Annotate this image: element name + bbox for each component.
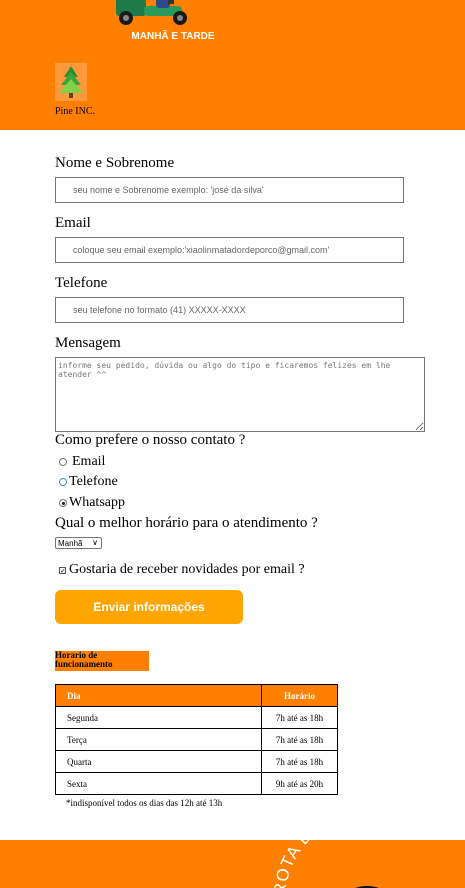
- radio-email[interactable]: [59, 458, 67, 466]
- time-select[interactable]: Manhã ∨: [55, 537, 102, 549]
- contact-option-telefone[interactable]: Telefone: [59, 474, 118, 490]
- newsletter-option[interactable]: ✓ Gostaria de receber novidades por emai…: [59, 562, 305, 578]
- hours-cell: 7h até as 18h: [261, 728, 338, 751]
- hours-title: Horario de funcionamento: [55, 651, 149, 671]
- footer-logo-text: ROTA DO LANCHE: [270, 840, 407, 888]
- message-label: Mensagem: [55, 335, 121, 351]
- newsletter-checkbox[interactable]: ✓: [59, 566, 66, 574]
- email-label: Email: [55, 215, 91, 231]
- header-hours: Horário: [261, 684, 338, 707]
- header-day: Dia: [55, 684, 262, 707]
- table-row: Sexta 9h até as 20h: [55, 772, 338, 795]
- contact-option-email[interactable]: Email: [59, 454, 105, 470]
- footer: ROTA DO LANCHE: [0, 840, 465, 888]
- radio-telefone[interactable]: [59, 478, 67, 486]
- day-cell: Quarta: [55, 750, 262, 773]
- day-cell: Sexta: [55, 772, 262, 795]
- time-question: Qual o melhor horário para o atendimento…: [55, 515, 318, 531]
- day-cell: Segunda: [55, 706, 262, 729]
- hours-cell: 7h até as 18h: [261, 750, 338, 773]
- schedule-note: *indisponível todos os dias das 12h até …: [66, 798, 223, 808]
- pine-tree-icon: [59, 66, 83, 98]
- radio-whatsapp[interactable]: [59, 499, 67, 507]
- time-select-value: Manhã: [58, 538, 83, 548]
- delivery-scooter-icon: [116, 0, 187, 25]
- rota-do-lanche-logo: ROTA DO LANCHE: [270, 840, 408, 888]
- contact-option-label: Email: [72, 454, 106, 469]
- svg-text:ROTA DO LANCHE: ROTA DO LANCHE: [270, 840, 408, 888]
- name-field[interactable]: [55, 177, 404, 203]
- chevron-down-icon: ∨: [92, 538, 98, 547]
- message-textarea[interactable]: [55, 357, 425, 432]
- day-cell: Terça: [55, 728, 262, 751]
- header: MANHÃ E TARDE Pine INC.: [0, 0, 465, 130]
- name-label: Nome e Sobrenome: [55, 155, 175, 171]
- pine-logo: [55, 63, 87, 101]
- table-row: Quarta 7h até as 18h: [55, 750, 338, 773]
- contact-question: Como prefere o nosso contato ?: [55, 432, 246, 448]
- submit-button[interactable]: Enviar informações: [55, 590, 243, 624]
- phone-label: Telefone: [55, 275, 108, 291]
- banner-text: MANHÃ E TARDE: [131, 31, 215, 42]
- contact-option-label: Telefone: [69, 474, 118, 489]
- table-row: Segunda 7h até as 18h: [55, 706, 338, 729]
- schedule-table: Dia Horário Segunda 7h até as 18h Terça …: [55, 684, 338, 795]
- banner-image: MANHÃ E TARDE: [98, 0, 248, 52]
- email-field[interactable]: [55, 237, 404, 263]
- hours-cell: 9h até as 20h: [261, 772, 338, 795]
- table-header-row: Dia Horário: [55, 684, 338, 707]
- phone-field[interactable]: [55, 297, 404, 323]
- table-row: Terça 7h até as 18h: [55, 728, 338, 751]
- company-name: Pine INC.: [55, 106, 95, 117]
- newsletter-label: Gostaria de receber novidades por email …: [69, 562, 305, 577]
- hours-cell: 7h até as 18h: [261, 706, 338, 729]
- contact-option-label: Whatsapp: [69, 495, 125, 510]
- contact-option-whatsapp[interactable]: Whatsapp: [59, 495, 125, 511]
